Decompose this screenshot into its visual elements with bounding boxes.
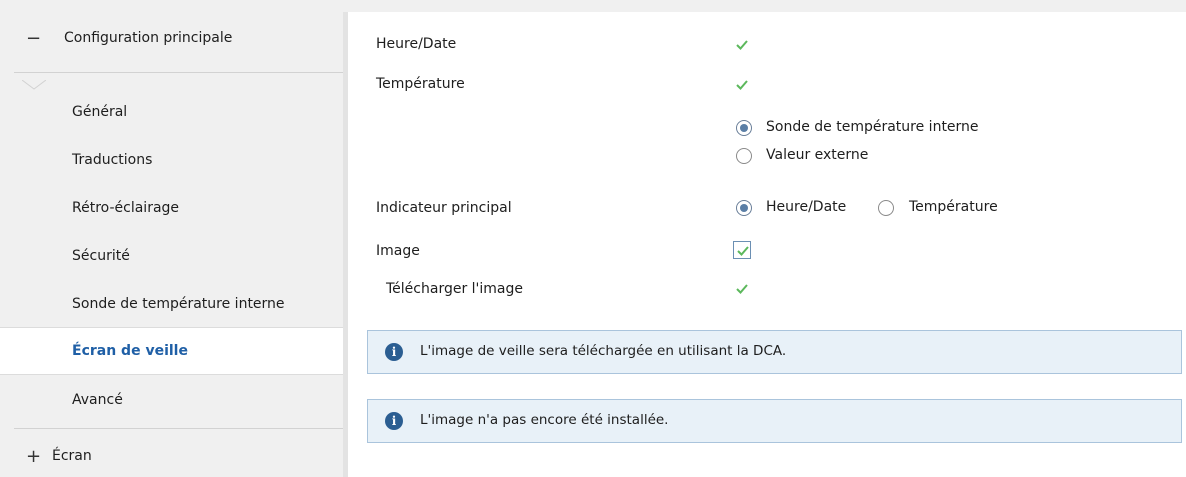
sidebar-item-ecran-de-veille[interactable]: Écran de veille xyxy=(0,327,343,375)
group-ecran[interactable]: + Écran xyxy=(0,436,343,476)
sidebar-item-retro-eclairage[interactable]: Rétro-éclairage xyxy=(0,184,343,232)
label-indicateur-principal: Indicateur principal xyxy=(376,200,512,216)
sidebar-item-label: Traductions xyxy=(72,152,153,168)
radio-indicateur-temperature[interactable] xyxy=(878,200,894,216)
checkbox-temperature[interactable] xyxy=(733,76,751,94)
info-text: L'image de veille sera téléchargée en ut… xyxy=(420,343,787,359)
sidebar-item-securite[interactable]: Sécurité xyxy=(0,232,343,280)
collapse-icon[interactable]: − xyxy=(26,28,41,49)
check-icon xyxy=(736,40,748,50)
radio-label-temperature: Température xyxy=(909,199,998,215)
checkbox-image[interactable] xyxy=(733,241,751,259)
group-label: Configuration principale xyxy=(64,30,233,46)
info-box-dca: i L'image de veille sera téléchargée en … xyxy=(367,330,1182,374)
sidebar-item-label: Avancé xyxy=(72,392,123,408)
radio-indicateur-heure-date[interactable] xyxy=(736,200,752,216)
check-icon xyxy=(736,284,748,294)
radio-label-heure-date: Heure/Date xyxy=(766,199,847,215)
info-icon: i xyxy=(385,343,403,361)
top-bar xyxy=(0,0,1186,12)
sidebar-item-label: Rétro-éclairage xyxy=(72,200,180,216)
expand-icon[interactable]: + xyxy=(26,446,41,467)
separator xyxy=(14,72,343,73)
pane-divider[interactable] xyxy=(343,12,348,477)
group-label: Écran xyxy=(52,448,92,464)
check-icon xyxy=(736,80,748,90)
info-box-not-installed: i L'image n'a pas encore été installée. xyxy=(367,399,1182,443)
group-configuration-principale[interactable]: − Configuration principale xyxy=(0,13,343,63)
sidebar-item-avance[interactable]: Avancé xyxy=(0,376,343,424)
radio-valeur-externe[interactable] xyxy=(736,148,752,164)
radio-label-valeur-externe: Valeur externe xyxy=(766,147,869,163)
label-image: Image xyxy=(376,243,420,259)
check-icon xyxy=(737,246,749,256)
checkbox-telecharger-image[interactable] xyxy=(733,280,751,298)
separator xyxy=(14,428,343,429)
sidebar-item-general[interactable]: Général xyxy=(0,88,343,136)
sidebar-item-label: Sonde de température interne xyxy=(72,296,285,312)
label-temperature: Température xyxy=(376,76,465,92)
checkbox-heure-date[interactable] xyxy=(733,36,751,54)
radio-sonde-interne[interactable] xyxy=(736,120,752,136)
sidebar-item-label: Général xyxy=(72,104,128,120)
sidebar-item-label: Écran de veille xyxy=(72,343,188,359)
sidebar-item-sonde-temperature[interactable]: Sonde de température interne xyxy=(0,280,343,328)
label-heure-date: Heure/Date xyxy=(376,36,457,52)
sidebar-item-label: Sécurité xyxy=(72,248,130,264)
radio-label-sonde-interne: Sonde de température interne xyxy=(766,119,979,135)
sidebar-item-traductions[interactable]: Traductions xyxy=(0,136,343,184)
info-icon: i xyxy=(385,412,403,430)
info-text: L'image n'a pas encore été installée. xyxy=(420,412,669,428)
label-telecharger-image: Télécharger l'image xyxy=(386,281,523,297)
